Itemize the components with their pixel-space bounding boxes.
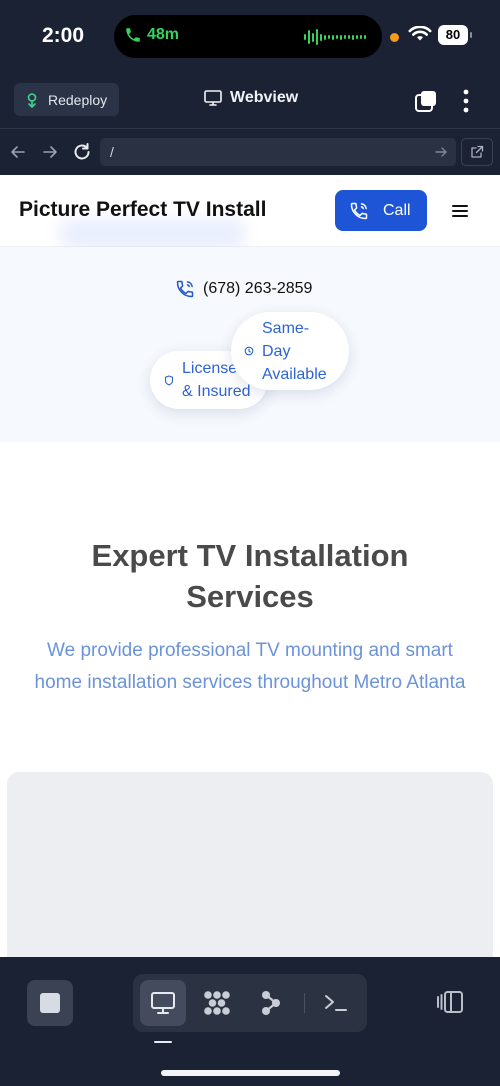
dock-tool-group — [133, 974, 367, 1032]
same-day-badge: Same- Day Available — [231, 312, 349, 390]
webview-content: Picture Perfect TV Install Call (678) 26… — [0, 175, 500, 957]
phone-number: (678) 263-2859 — [203, 280, 313, 297]
reload-icon — [74, 143, 90, 160]
header-glow — [60, 219, 245, 249]
terminal-button[interactable] — [313, 980, 359, 1026]
deploy-icon — [27, 92, 37, 108]
clock-icon — [244, 346, 254, 356]
dots-grid-icon — [204, 991, 230, 1015]
call-button[interactable]: Call — [335, 190, 427, 231]
phone-icon — [126, 28, 140, 42]
same-day-line1: Same- — [262, 319, 310, 337]
url-input[interactable]: / — [100, 138, 456, 166]
battery-indicator: 80 — [438, 25, 472, 45]
workflow-nodes-icon — [262, 991, 280, 1015]
shield-icon — [164, 374, 174, 385]
phone-link[interactable]: (678) 263-2859 — [175, 279, 312, 299]
audio-waveform-icon — [304, 28, 366, 46]
reload-button[interactable] — [71, 141, 93, 163]
services-heading: Expert TV Installation Services — [91, 538, 409, 614]
arrow-right-icon — [43, 146, 57, 158]
redeploy-label: Redeploy — [48, 91, 108, 108]
home-indicator[interactable] — [161, 1070, 340, 1076]
bottom-dock — [0, 957, 500, 1086]
call-duration: 48m — [147, 26, 180, 43]
services-section: Expert TV Installation Services We provi… — [0, 442, 500, 957]
status-bar: 2:00 48m 80 — [0, 0, 500, 74]
open-external-button[interactable] — [461, 138, 493, 166]
stop-button[interactable] — [27, 980, 73, 1026]
redeploy-button[interactable]: Redeploy — [14, 83, 120, 116]
hero-section: (678) 263-2859 License & Insured Same- D… — [0, 247, 500, 442]
privacy-indicator-dot — [390, 33, 399, 42]
call-button-label: Call — [383, 201, 411, 219]
go-arrow-icon[interactable] — [434, 145, 448, 159]
side-panel-toggle-icon[interactable] — [436, 990, 464, 1014]
external-link-icon — [471, 145, 484, 158]
dynamic-island[interactable]: 48m — [114, 15, 382, 58]
active-tab-indicator — [154, 1041, 172, 1043]
url-text: / — [110, 144, 114, 160]
workflow-button[interactable] — [248, 980, 294, 1026]
phone-icon — [350, 202, 368, 219]
services-description: We provide professional TV mounting and … — [34, 640, 466, 693]
back-button[interactable] — [7, 141, 29, 163]
arrow-left-icon — [11, 146, 25, 158]
webview-tab-button[interactable] — [140, 980, 186, 1026]
service-image-placeholder — [7, 772, 493, 957]
site-title[interactable]: Picture Perfect TV Install — [19, 198, 266, 222]
tabs-icon[interactable] — [414, 89, 438, 113]
webview-title-label: Webview — [230, 89, 299, 106]
webview-title: Webview — [204, 89, 298, 107]
licensed-badge-line2: & Insured — [182, 383, 251, 400]
apps-grid-button[interactable] — [194, 980, 240, 1026]
active-call-indicator[interactable]: 48m — [124, 26, 179, 44]
site-header: Picture Perfect TV Install Call — [0, 175, 500, 249]
monitor-icon — [151, 992, 175, 1014]
same-day-line2: Day — [262, 342, 291, 360]
forward-button[interactable] — [39, 141, 61, 163]
same-day-line3: Available — [262, 365, 327, 383]
stop-icon — [40, 993, 60, 1013]
wifi-icon — [408, 26, 432, 41]
terminal-icon — [325, 995, 347, 1011]
phone-icon — [176, 280, 194, 298]
more-options-icon[interactable] — [456, 88, 476, 114]
menu-icon[interactable] — [452, 204, 468, 218]
dock-separator — [304, 993, 305, 1013]
url-bar: / — [0, 128, 500, 175]
status-time: 2:00 — [42, 24, 85, 47]
app-toolbar: Redeploy Webview — [0, 74, 500, 128]
monitor-icon — [204, 90, 222, 106]
